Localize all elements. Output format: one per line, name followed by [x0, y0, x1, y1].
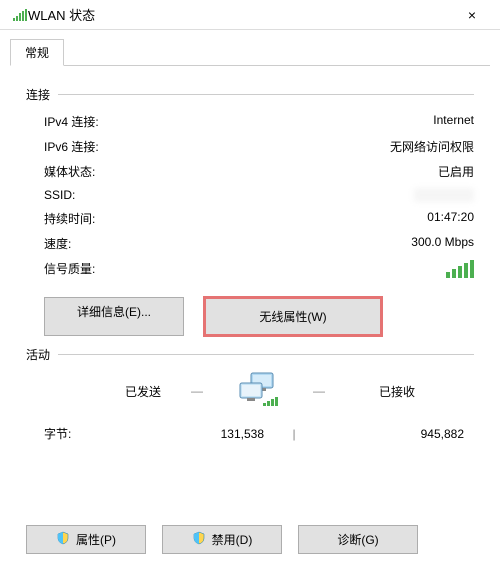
dash-icon: —: [313, 384, 325, 398]
close-button[interactable]: ×: [452, 7, 492, 23]
ipv6-label: IPv6 连接:: [44, 138, 99, 155]
row-ipv4: IPv4 连接: Internet: [26, 109, 474, 134]
content: 连接 IPv4 连接: Internet IPv6 连接: 无网络访问权限 媒体…: [0, 66, 500, 456]
diagnose-button[interactable]: 诊断(G): [298, 525, 418, 554]
duration-value: 01:47:20: [427, 210, 474, 227]
activity-header-label: 活动: [26, 346, 50, 363]
bytes-sent-value: 131,538: [134, 427, 264, 441]
bytes-label: 字节:: [44, 425, 134, 442]
divider: [58, 94, 474, 95]
row-speed: 速度: 300.0 Mbps: [26, 231, 474, 256]
wireless-properties-button[interactable]: 无线属性(W): [204, 297, 382, 336]
sent-label: 已发送: [125, 383, 161, 400]
bottom-buttons: 属性(P) 禁用(D) 诊断(G): [26, 525, 418, 554]
ssid-label: SSID:: [44, 188, 75, 202]
signal-bars-icon: [446, 260, 474, 281]
window-title: WLAN 状态: [28, 5, 452, 24]
dash-icon: —: [191, 384, 203, 398]
speed-value: 300.0 Mbps: [411, 235, 474, 252]
row-duration: 持续时间: 01:47:20: [26, 206, 474, 231]
media-value: 已启用: [438, 163, 474, 180]
properties-button[interactable]: 属性(P): [26, 525, 146, 554]
properties-button-label: 属性(P): [76, 531, 116, 548]
connection-header-label: 连接: [26, 86, 50, 103]
diagnose-button-label: 诊断(G): [337, 531, 378, 548]
activity-icons-row: 已发送 — — 已接收: [26, 371, 474, 411]
ipv6-value: 无网络访问权限: [390, 138, 474, 155]
duration-label: 持续时间:: [44, 210, 95, 227]
shield-icon: [56, 531, 70, 548]
disable-button-label: 禁用(D): [212, 531, 253, 548]
media-label: 媒体状态:: [44, 163, 95, 180]
tabs: 常规: [0, 30, 500, 65]
row-ipv6: IPv6 连接: 无网络访问权限: [26, 134, 474, 159]
connection-buttons: 详细信息(E)... 无线属性(W): [44, 297, 474, 336]
row-ssid: SSID:: [26, 184, 474, 206]
speed-label: 速度:: [44, 235, 71, 252]
activity-group-header: 活动: [26, 346, 474, 363]
bytes-received-value: 945,882: [324, 427, 474, 441]
wifi-icon: [12, 8, 28, 22]
activity-panel: 已发送 — — 已接收 字节: 1: [26, 371, 474, 446]
row-signal: 信号质量:: [26, 256, 474, 285]
tab-general[interactable]: 常规: [10, 39, 64, 66]
network-computers-icon: [233, 371, 283, 411]
signal-label: 信号质量:: [44, 260, 95, 281]
ssid-value: [414, 188, 474, 202]
ipv4-label: IPv4 连接:: [44, 113, 99, 130]
row-media: 媒体状态: 已启用: [26, 159, 474, 184]
details-button[interactable]: 详细信息(E)...: [44, 297, 184, 336]
bytes-row: 字节: 131,538 | 945,882: [26, 421, 474, 446]
disable-button[interactable]: 禁用(D): [162, 525, 282, 554]
connection-group-header: 连接: [26, 86, 474, 103]
divider: [58, 354, 474, 355]
titlebar: WLAN 状态 ×: [0, 0, 500, 30]
vertical-divider: |: [264, 427, 324, 441]
ipv4-value: Internet: [433, 113, 474, 130]
received-label: 已接收: [355, 383, 415, 400]
shield-icon: [192, 531, 206, 548]
